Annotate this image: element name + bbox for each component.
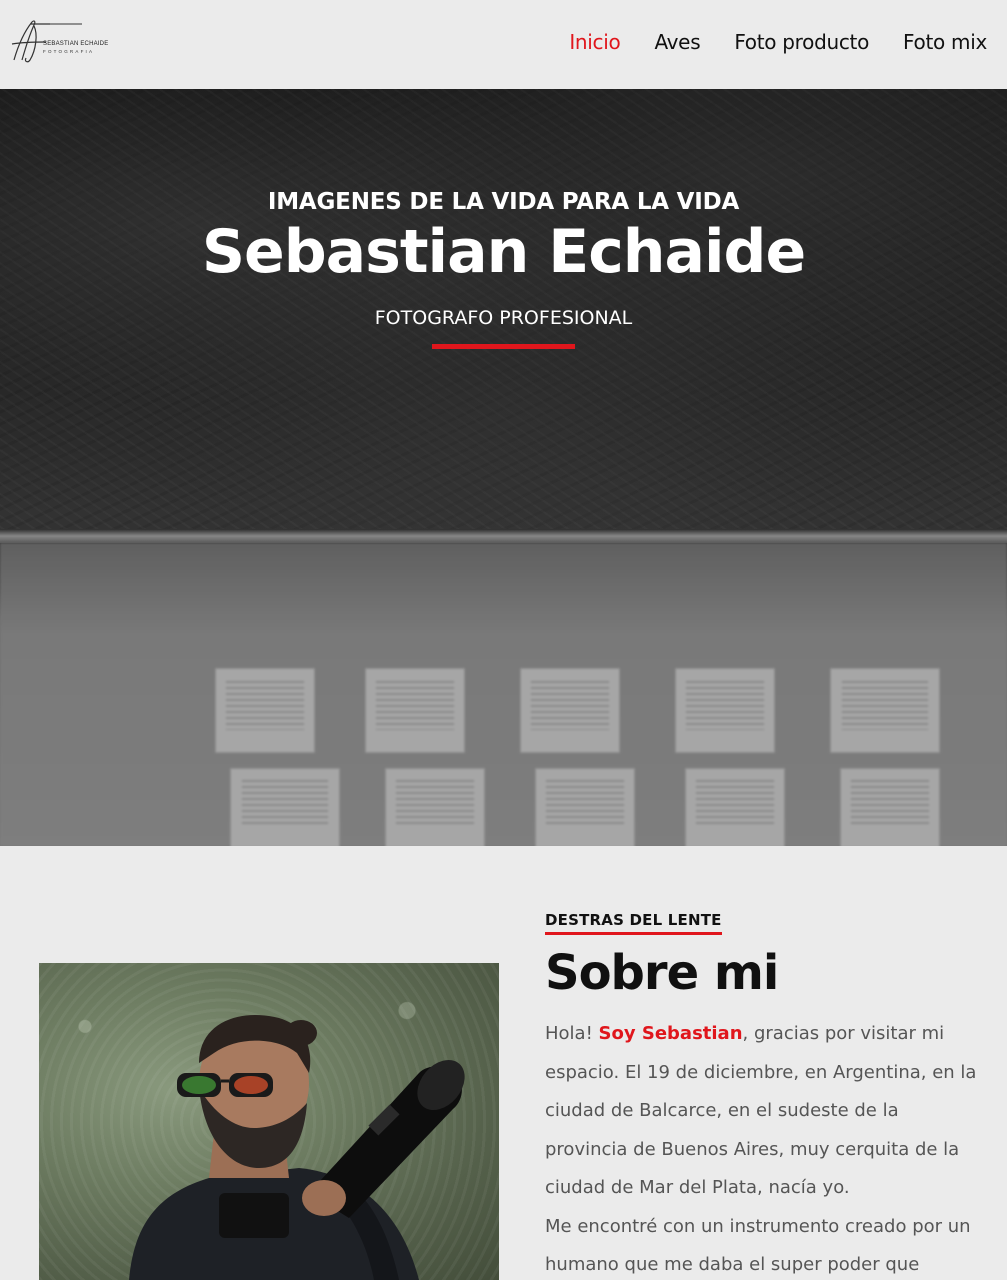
- about-paragraph-1-text: , gracias por visitar mi espacio. El 19 …: [545, 1023, 977, 1198]
- about-kicker: DESTRAS DEL LENTE: [545, 911, 722, 935]
- nav-item-foto-producto[interactable]: Foto producto: [734, 30, 869, 54]
- logo-subtitle: FOTOGRAFIA: [43, 49, 95, 54]
- about-photo: [39, 963, 499, 1280]
- hero-title: Sebastian Echaide: [201, 217, 806, 287]
- site-logo[interactable]: SEBASTIAN ECHAIDE FOTOGRAFIA: [10, 16, 110, 64]
- nav-item-inicio[interactable]: Inicio: [569, 30, 620, 54]
- site-header: SEBASTIAN ECHAIDE FOTOGRAFIA Inicio Aves…: [0, 0, 1007, 89]
- about-paragraph-1: Hola! Soy Sebastian, gracias por visitar…: [545, 1015, 985, 1208]
- hero-accent-line: [432, 344, 575, 349]
- main-nav: Inicio Aves Foto producto Foto mix: [569, 30, 987, 54]
- hero-subtitle: FOTOGRAFO PROFESIONAL: [374, 307, 633, 329]
- hero-section: IMAGENES DE LA VIDA PARA LA VIDA Sebasti…: [0, 89, 1007, 846]
- about-text: Hola! Soy Sebastian, gracias por visitar…: [545, 1015, 985, 1280]
- photographer-figure-icon: [129, 1015, 465, 1280]
- about-paragraph-2: Me encontré con un instrumento creado po…: [545, 1215, 971, 1276]
- nav-item-aves[interactable]: Aves: [654, 30, 700, 54]
- about-greeting: Hola!: [545, 1023, 599, 1044]
- logo-underline-icon: [32, 23, 82, 25]
- hero-kicker: IMAGENES DE LA VIDA PARA LA VIDA: [267, 189, 740, 215]
- nav-item-foto-mix[interactable]: Foto mix: [903, 30, 987, 54]
- about-name-highlight: Soy Sebastian: [598, 1023, 743, 1044]
- logo-name: SEBASTIAN ECHAIDE: [43, 41, 109, 47]
- about-title: Sobre mi: [545, 945, 779, 1001]
